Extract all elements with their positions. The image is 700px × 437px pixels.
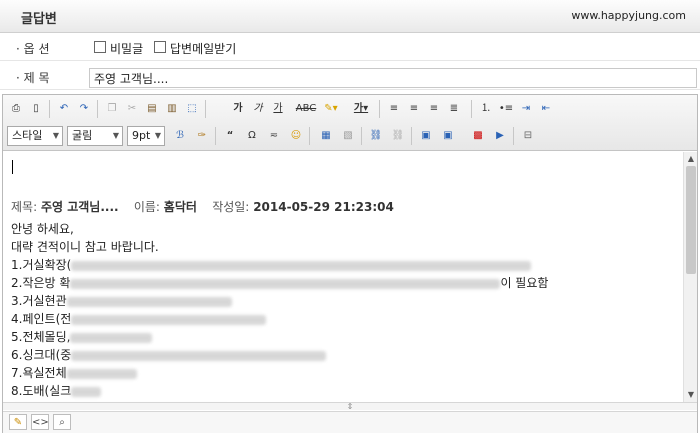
body-intro: 대략 견적이니 참고 바랍니다. xyxy=(11,240,159,254)
align-justify-icon[interactable]: ≣ xyxy=(445,100,463,118)
page-header: 글답변 www.happyjung.com xyxy=(0,0,700,33)
secret-checkbox[interactable] xyxy=(94,41,106,53)
scroll-down-icon[interactable]: ▼ xyxy=(684,388,698,402)
redo-icon[interactable]: ↷ xyxy=(75,100,93,118)
list-item: 7.욕실전체 xyxy=(11,364,548,382)
text-cursor xyxy=(12,160,13,174)
outdent-icon[interactable]: ⇤ xyxy=(537,100,555,118)
format-painter-icon[interactable]: ✑ xyxy=(193,127,211,145)
meta-name-value: 홈닥터 xyxy=(163,200,197,214)
align-center-icon[interactable]: ≡ xyxy=(405,100,423,118)
font-color-icon[interactable]: 가▾ xyxy=(348,100,374,118)
meta-date-value: 2014-05-29 21:23:04 xyxy=(253,200,394,214)
media-play-icon[interactable]: ▶ xyxy=(491,127,509,145)
reply-mail-label: 답변메일받기 xyxy=(170,42,237,56)
editor-toolbar: ⎙ ▯ ↶ ↷ ❐ ✂ ▤ ▥ ⬚ 가 가 가 ABC ✎▾ 가▾ ≡ ≡ ≡ … xyxy=(3,95,697,151)
horizontal-rule-icon[interactable]: ≂ xyxy=(265,127,283,145)
meta-name-label: 이름: xyxy=(133,200,160,214)
chevron-down-icon: ▼ xyxy=(52,131,59,140)
meta-date-label: 작성일: xyxy=(212,200,250,214)
quoted-post-meta: 제목: 주영 고객님.... 이름: 홈닥터 작성일: 2014-05-29 2… xyxy=(11,198,394,216)
chevron-down-icon: ▼ xyxy=(154,131,161,140)
cut-icon[interactable]: ✂ xyxy=(123,100,141,118)
unordered-list-icon[interactable]: •≡ xyxy=(497,100,515,118)
select-all-icon[interactable]: ⬚ xyxy=(183,100,201,118)
body-greeting: 안녕 하세요, xyxy=(11,222,74,236)
list-item: 2.작은방 확이 필요함 xyxy=(11,276,549,290)
html-mode-icon[interactable]: <> xyxy=(31,414,49,430)
highlight-color-icon[interactable]: ✎▾ xyxy=(319,100,343,118)
ordered-list-icon[interactable]: ⒈ xyxy=(477,100,495,118)
font-select[interactable]: 굴림 ▼ xyxy=(67,126,123,146)
list-item: 3.거실현관 xyxy=(11,292,548,310)
size-select-value: 9pt xyxy=(132,129,151,142)
subject-input[interactable] xyxy=(89,68,697,88)
align-left-icon[interactable]: ≡ xyxy=(385,100,403,118)
style-select-value: 스타일 xyxy=(12,129,43,142)
special-char-icon[interactable]: Ω xyxy=(243,127,261,145)
image-icon[interactable]: ▣ xyxy=(417,127,435,145)
align-right-icon[interactable]: ≡ xyxy=(425,100,443,118)
quote-icon[interactable]: “ xyxy=(221,127,239,145)
paste-icon[interactable]: ▤ xyxy=(143,100,161,118)
spellcheck-icon[interactable]: ℬ xyxy=(171,127,189,145)
print-icon[interactable]: ⎙ xyxy=(7,100,25,118)
copy-icon[interactable]: ❐ xyxy=(103,100,121,118)
page-break-icon[interactable]: ⊟ xyxy=(519,127,537,145)
reply-mail-checkbox[interactable] xyxy=(154,41,166,53)
italic-icon[interactable]: 가 xyxy=(249,100,267,118)
meta-subject-value: 주영 고객님.... xyxy=(40,200,119,214)
resize-handle[interactable]: ⇕ xyxy=(3,402,697,411)
indent-icon[interactable]: ⇥ xyxy=(517,100,535,118)
preview-mode-icon[interactable]: ⌕ xyxy=(53,414,71,430)
font-select-value: 굴림 xyxy=(72,129,93,142)
meta-subject-label: 제목: xyxy=(11,200,38,214)
subject-label: · 제 목 xyxy=(16,71,50,85)
editor-scrollbar[interactable]: ▲ ▼ xyxy=(683,152,697,402)
page-title: 글답변 xyxy=(21,12,57,27)
options-label: · 옵 션 xyxy=(16,42,50,56)
size-select[interactable]: 9pt ▼ xyxy=(127,126,165,146)
editor-content[interactable]: 제목: 주영 고객님.... 이름: 홈닥터 작성일: 2014-05-29 2… xyxy=(3,152,683,402)
image-upload-icon[interactable]: ▣ xyxy=(439,127,457,145)
options-row: · 옵 션 비밀글 답변메일받기 xyxy=(0,34,700,61)
quoted-body: 안녕 하세요, 대략 견적이니 참고 바랍니다. 1.거실확장( 2.작은방 확… xyxy=(11,220,548,402)
bold-icon[interactable]: 가 xyxy=(229,100,247,118)
strikethrough-icon[interactable]: ABC xyxy=(293,100,319,118)
subject-row: · 제 목 xyxy=(0,63,700,90)
link-icon[interactable]: ⛓ xyxy=(367,127,385,145)
unlink-icon[interactable]: ⛓ xyxy=(389,127,407,145)
list-item: 4.페인트(전 xyxy=(11,310,548,328)
site-url: www.happyjung.com xyxy=(571,9,686,22)
underline-icon[interactable]: 가 xyxy=(269,100,287,118)
undo-icon[interactable]: ↶ xyxy=(55,100,73,118)
table-icon[interactable]: ▦ xyxy=(317,127,335,145)
edit-mode-icon[interactable]: ✎ xyxy=(9,414,27,430)
table-edit-icon[interactable]: ▧ xyxy=(339,127,357,145)
scrollbar-thumb[interactable] xyxy=(686,166,696,274)
list-item: 6.싱크대(중 xyxy=(11,346,548,364)
chevron-down-icon: ▼ xyxy=(112,131,119,140)
secret-label: 비밀글 xyxy=(110,42,144,56)
emoticon-icon[interactable]: ☺ xyxy=(287,127,305,145)
style-select[interactable]: 스타일 ▼ xyxy=(7,126,63,146)
new-document-icon[interactable]: ▯ xyxy=(27,100,45,118)
editor-mode-bar: ✎ <> ⌕ xyxy=(3,411,697,433)
scroll-up-icon[interactable]: ▲ xyxy=(684,152,698,166)
paste-text-icon[interactable]: ▥ xyxy=(163,100,181,118)
list-item: 5.전체몰딩, xyxy=(11,328,548,346)
list-item: 8.도배(실크 xyxy=(11,382,548,400)
flash-icon[interactable]: ▩ xyxy=(469,127,487,145)
list-item: 1.거실확장( xyxy=(11,256,548,274)
rich-text-editor: ⎙ ▯ ↶ ↷ ❐ ✂ ▤ ▥ ⬚ 가 가 가 ABC ✎▾ 가▾ ≡ ≡ ≡ … xyxy=(2,94,698,433)
